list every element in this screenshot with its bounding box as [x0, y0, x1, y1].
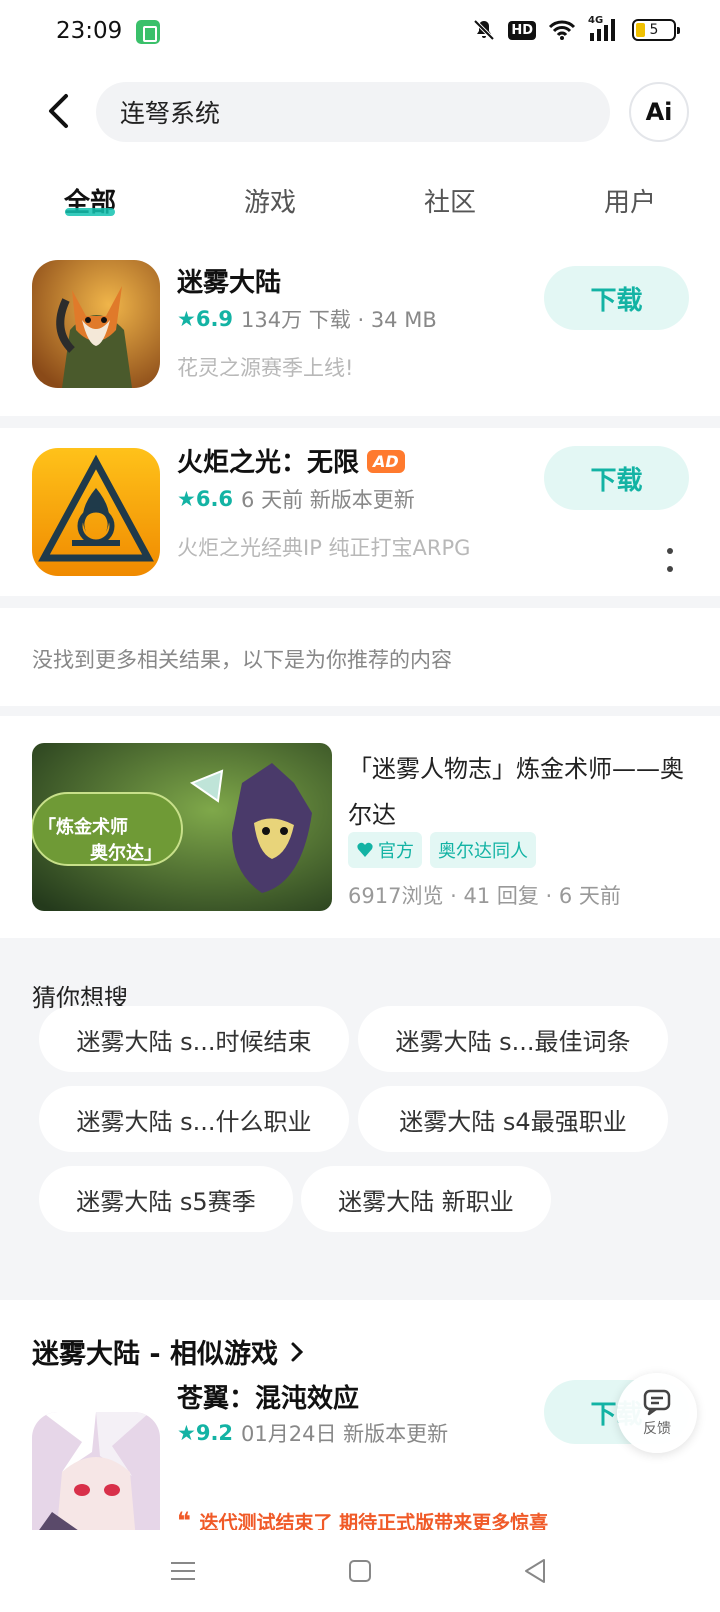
- menu-icon: [171, 1562, 195, 1580]
- app-result-card[interactable]: 迷雾大陆 ★6.9 134万 下载 · 34 MB 花灵之源赛季上线! 下载: [0, 242, 720, 416]
- similar-games-section: 迷雾大陆 - 相似游戏 苍翼：混沌效应 ★9.2 01月24日 新版本更新 下载: [0, 1300, 720, 1530]
- app-icon: [32, 260, 160, 388]
- back-button[interactable]: [38, 88, 78, 134]
- feedback-button[interactable]: 反馈: [617, 1373, 697, 1453]
- rating: ★6.9: [177, 307, 234, 331]
- suggestion-chip[interactable]: 迷雾大陆 新职业: [301, 1166, 551, 1232]
- search-query: 连弩系统: [120, 99, 221, 128]
- post-thumbnail: 「炼金术师 奥尔达」: [32, 743, 332, 911]
- post-title: 「迷雾人物志」炼金术师——奥尔达: [348, 755, 684, 829]
- chevron-right-icon: [291, 1342, 304, 1361]
- no-more-results-notice: 没找到更多相关结果，以下是为你推荐的内容: [0, 608, 720, 706]
- post-meta: 6917浏览 · 41 回复 · 6 天前: [348, 884, 621, 908]
- app-description: 花灵之源赛季上线!: [177, 356, 354, 380]
- nav-menu-button[interactable]: [166, 1554, 200, 1588]
- app-title: 苍翼：混沌效应: [177, 1384, 360, 1414]
- app-description: 火炬之光经典IP 纯正打宝ARPG: [177, 536, 471, 560]
- rating-value: 6.9: [195, 307, 234, 331]
- signal-icon: 4G: [588, 15, 620, 41]
- app-icon: [32, 1412, 160, 1530]
- app-meta: ★6.9 134万 下载 · 34 MB: [177, 304, 437, 334]
- ai-label: Ai: [645, 98, 673, 126]
- tab-community[interactable]: 社区: [360, 160, 540, 242]
- tag-fanart[interactable]: 奥尔达同人: [430, 832, 536, 868]
- search-input[interactable]: 连弩系统: [96, 82, 610, 142]
- wifi-icon: [548, 20, 576, 40]
- quote-icon: ❝: [177, 1508, 200, 1530]
- more-options-icon[interactable]: [666, 548, 674, 572]
- tag-label: 奥尔达同人: [438, 841, 528, 862]
- suggestion-chip[interactable]: 迷雾大陆 s...最佳词条: [358, 1006, 668, 1072]
- tab-users[interactable]: 用户: [540, 160, 720, 242]
- tab-label: 社区: [423, 188, 476, 218]
- tag-label: 官方: [378, 841, 414, 862]
- suggestion-chip[interactable]: 迷雾大陆 s...时候结束: [39, 1006, 349, 1072]
- app-notification-icon: [136, 20, 160, 44]
- battery-level: 5: [649, 22, 659, 38]
- battery-icon: 5: [632, 19, 680, 41]
- app-info: 134万 下载 · 34 MB: [241, 308, 437, 332]
- app-title: 迷雾大陆: [177, 268, 282, 298]
- suggestion-chip[interactable]: 迷雾大陆 s4最强职业: [358, 1086, 668, 1152]
- app-info: 01月24日 新版本更新: [241, 1422, 449, 1446]
- status-bar: 23:09 HD 4G 5: [0, 0, 720, 66]
- feedback-label: 反馈: [643, 1421, 671, 1437]
- tab-games[interactable]: 游戏: [180, 160, 360, 242]
- search-header: 连弩系统 Ai: [0, 66, 720, 160]
- post-tags: 官方 奥尔达同人: [348, 832, 536, 868]
- app-meta: ★9.2 01月24日 新版本更新: [177, 1418, 448, 1448]
- home-square-icon: [349, 1560, 371, 1582]
- rating: ★9.2: [177, 1421, 234, 1445]
- feedback-icon: [643, 1389, 671, 1416]
- download-button[interactable]: 下载: [544, 266, 689, 330]
- suggestion-chip[interactable]: 迷雾大陆 s...什么职业: [39, 1086, 349, 1152]
- back-triangle-icon: [525, 1559, 545, 1583]
- system-nav-bar: [0, 1530, 720, 1612]
- rating-value: 6.6: [195, 487, 234, 511]
- tab-active-indicator: [65, 208, 115, 216]
- tab-label: 游戏: [243, 188, 296, 218]
- network-type-label: 4G: [588, 15, 604, 26]
- app-info: 6 天前 新版本更新: [241, 488, 415, 512]
- mute-bell-icon: [473, 19, 495, 41]
- similar-games-title-text: 迷雾大陆 - 相似游戏: [32, 1339, 279, 1370]
- app-title: 火炬之光：无限 AD: [177, 442, 405, 479]
- result-tabs: 全部 游戏 社区 用户: [0, 160, 720, 242]
- status-time: 23:09: [56, 18, 123, 44]
- post-card[interactable]: 「炼金术师 奥尔达」 「迷雾人物志」炼金术师——奥尔达 官方 奥尔达同人 691…: [0, 716, 720, 938]
- nav-back-button[interactable]: [518, 1554, 552, 1588]
- download-button[interactable]: 下载: [544, 446, 689, 510]
- app-title-text: 火炬之光：无限: [177, 448, 360, 478]
- hd-badge: HD: [508, 20, 536, 40]
- app-meta: ★6.6 6 天前 新版本更新: [177, 484, 415, 514]
- quote-text: 迭代测试结束了 期待正式版带来更多惊喜: [199, 1512, 549, 1530]
- status-icons: HD 4G 5: [472, 15, 680, 42]
- ad-badge: AD: [367, 450, 405, 473]
- nav-home-button[interactable]: [343, 1554, 377, 1588]
- thumb-caption-line-1: 「炼金术师: [38, 817, 128, 838]
- heart-shield-icon: [357, 842, 373, 857]
- tag-official[interactable]: 官方: [348, 832, 422, 868]
- back-arrow-icon: [49, 94, 68, 128]
- ai-button[interactable]: Ai: [629, 82, 689, 142]
- rating-value: 9.2: [195, 1421, 234, 1445]
- thumb-caption-line-2: 奥尔达」: [90, 843, 162, 864]
- suggestion-chip[interactable]: 迷雾大陆 s5赛季: [39, 1166, 293, 1232]
- similar-games-title[interactable]: 迷雾大陆 - 相似游戏: [32, 1332, 304, 1371]
- app-icon: [32, 448, 160, 576]
- review-quote: ❝ 迭代测试结束了 期待正式版带来更多惊喜: [177, 1508, 548, 1530]
- app-result-card[interactable]: 火炬之光：无限 AD ★6.6 6 天前 新版本更新 火炬之光经典IP 纯正打宝A…: [0, 428, 720, 596]
- tab-label: 用户: [603, 188, 656, 218]
- tab-all[interactable]: 全部: [0, 160, 180, 242]
- rating: ★6.6: [177, 487, 234, 511]
